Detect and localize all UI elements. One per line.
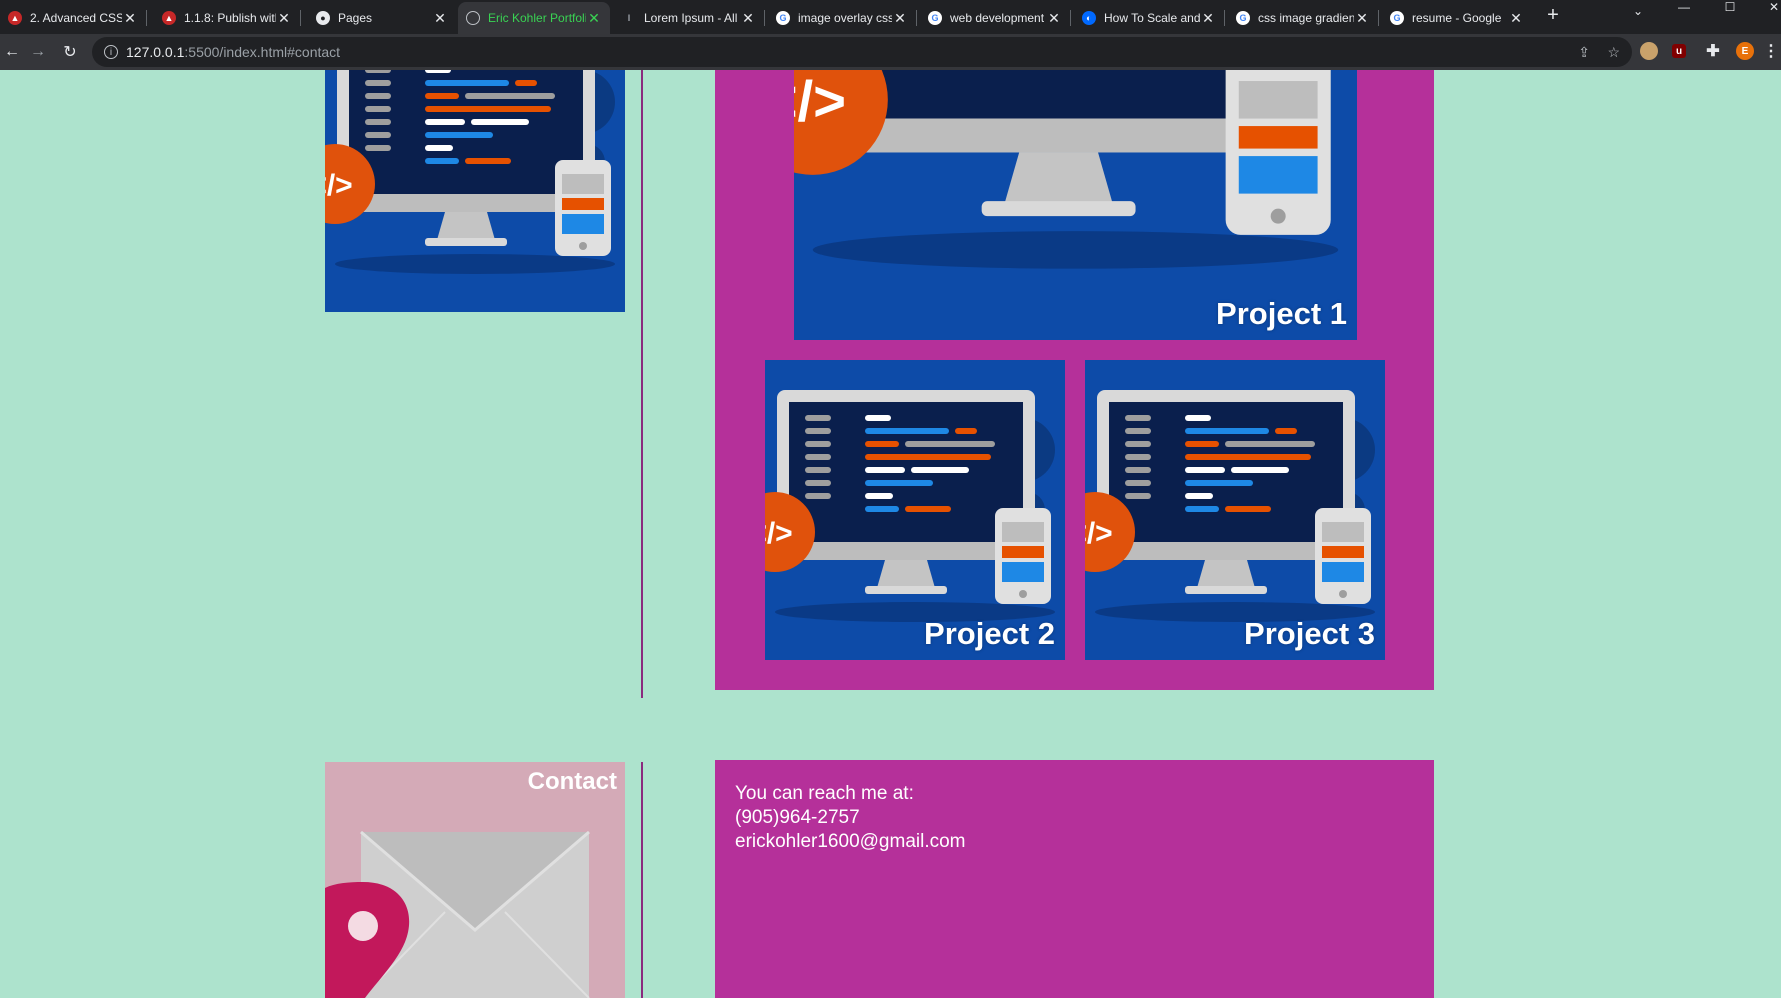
project-3-label: Project 3 [1244, 616, 1375, 651]
contact-email[interactable]: erickohler1600@gmail.com [735, 830, 966, 854]
close-icon[interactable]: ✕ [586, 10, 602, 27]
extensions-puzzle-icon[interactable]: ✚ [1704, 42, 1722, 60]
lorem-icon: I [627, 13, 631, 23]
back-icon[interactable]: ← [0, 40, 24, 64]
red-shield-icon: ▲ [8, 11, 22, 25]
tab-separator [1070, 10, 1071, 26]
tab-css-gradient[interactable]: G css image gradient ✕ [1228, 2, 1378, 34]
tab-title: 1.1.8: Publish with [184, 11, 276, 25]
url-text[interactable]: 127.0.0.1:5500/index.html#contact [126, 44, 340, 60]
tab-search-icon[interactable]: ⌄ [1628, 4, 1648, 18]
maximize-icon[interactable]: ☐ [1720, 0, 1740, 14]
contact-section-image: Contact [325, 762, 625, 998]
close-icon[interactable]: ✕ [122, 10, 138, 27]
tab-pages[interactable]: ● Pages ✕ [308, 2, 456, 34]
tab-title: css image gradient [1258, 11, 1354, 25]
contact-title: Contact [527, 768, 617, 795]
share-icon[interactable]: ⇪ [1578, 44, 1590, 61]
contact-intro: You can reach me at: [735, 783, 914, 804]
url-path: :5500/index.html#contact [184, 44, 341, 60]
cookie-extension-icon[interactable] [1640, 42, 1658, 60]
section-divider [641, 762, 643, 998]
project-1-label: Project 1 [1216, 296, 1347, 331]
tab-portfolio[interactable]: Eric Kohler Portfolio ✕ [458, 2, 610, 34]
red-shield-icon: ▲ [162, 11, 176, 25]
tab-title: image overlay css [798, 11, 892, 25]
github-icon: ● [316, 11, 330, 25]
close-icon[interactable]: ✕ [1200, 10, 1216, 27]
section-divider [641, 70, 643, 698]
project-2-card[interactable]: Project 2 [765, 360, 1065, 660]
mail-location-icon [325, 830, 590, 998]
close-icon[interactable]: ✕ [276, 10, 292, 27]
tab-title: Eric Kohler Portfolio [488, 11, 586, 25]
contact-panel: You can reach me at: (905)964-2757 erick… [715, 760, 1434, 998]
tab-separator [300, 10, 301, 26]
tab-title: Pages [338, 11, 373, 25]
tab-resume[interactable]: G resume - Google ✕ [1382, 2, 1532, 34]
tab-publish[interactable]: ▲ 1.1.8: Publish with ✕ [154, 2, 300, 34]
close-icon[interactable]: ✕ [1508, 10, 1524, 27]
tab-title: Lorem Ipsum - All [644, 11, 738, 25]
computer-illustration-icon [765, 360, 1065, 660]
profile-avatar[interactable]: E [1736, 42, 1754, 60]
url-host: 127.0.0.1 [126, 44, 185, 60]
google-icon: G [928, 11, 942, 25]
tab-scale[interactable]: ◐ How To Scale and ✕ [1074, 2, 1224, 34]
tab-separator [916, 10, 917, 26]
project-1-card[interactable]: Project 1 [794, 70, 1357, 340]
bookmark-star-icon[interactable]: ☆ [1607, 44, 1620, 61]
computer-illustration-icon [325, 70, 625, 312]
new-tab-button[interactable]: + [1543, 4, 1563, 27]
tab-separator [1378, 10, 1379, 26]
reload-icon[interactable]: ↻ [58, 40, 82, 64]
tab-bar: ▲ 2. Advanced CSS ✕ ▲ 1.1.8: Publish wit… [0, 0, 1781, 34]
minimize-icon[interactable]: — [1674, 0, 1694, 14]
contact-phone: (905)964-2757 [735, 807, 860, 828]
google-icon: G [1236, 11, 1250, 25]
tab-image-overlay[interactable]: G image overlay css ✕ [768, 2, 916, 34]
browser-toolbar: ← → ↻ i 127.0.0.1:5500/index.html#contac… [0, 34, 1781, 70]
tab-lorem[interactable]: I Lorem Ipsum - All ✕ [614, 2, 764, 34]
close-icon[interactable]: ✕ [892, 10, 908, 27]
close-icon[interactable]: ✕ [432, 10, 448, 27]
tab-separator [146, 10, 147, 26]
contact-details: You can reach me at: (905)964-2757 erick… [735, 782, 966, 854]
close-icon[interactable]: ✕ [1354, 10, 1370, 27]
close-icon[interactable]: ✕ [1046, 10, 1062, 27]
page-viewport: Project 1 Project 2 Project 3 Contact Yo… [0, 70, 1781, 998]
google-icon: G [776, 11, 790, 25]
tab-advanced-css[interactable]: ▲ 2. Advanced CSS ✕ [0, 2, 146, 34]
digitalocean-icon: ◐ [1082, 11, 1096, 25]
site-info-icon[interactable]: i [104, 45, 118, 59]
projects-section-image [325, 70, 625, 312]
tab-title: web development [950, 11, 1045, 25]
google-icon: G [1390, 11, 1404, 25]
tab-title: How To Scale and [1104, 11, 1200, 25]
project-3-card[interactable]: Project 3 [1085, 360, 1385, 660]
project-2-label: Project 2 [924, 616, 1055, 651]
tab-web-dev[interactable]: G web development ✕ [920, 2, 1070, 34]
tab-separator [764, 10, 765, 26]
tab-title: resume - Google [1412, 11, 1502, 25]
close-icon[interactable]: ✕ [740, 10, 756, 27]
globe-icon [466, 11, 480, 25]
tab-title: 2. Advanced CSS [30, 11, 122, 25]
computer-illustration-icon [1085, 360, 1385, 660]
menu-kebab-icon[interactable]: ⋮ [1762, 42, 1780, 60]
ublock-extension-icon[interactable]: u [1672, 44, 1686, 58]
address-bar[interactable]: i 127.0.0.1:5500/index.html#contact ⇪ ☆ [92, 37, 1632, 67]
window-close-icon[interactable]: ✕ [1764, 0, 1781, 14]
tab-separator [1224, 10, 1225, 26]
forward-icon[interactable]: → [26, 40, 50, 64]
